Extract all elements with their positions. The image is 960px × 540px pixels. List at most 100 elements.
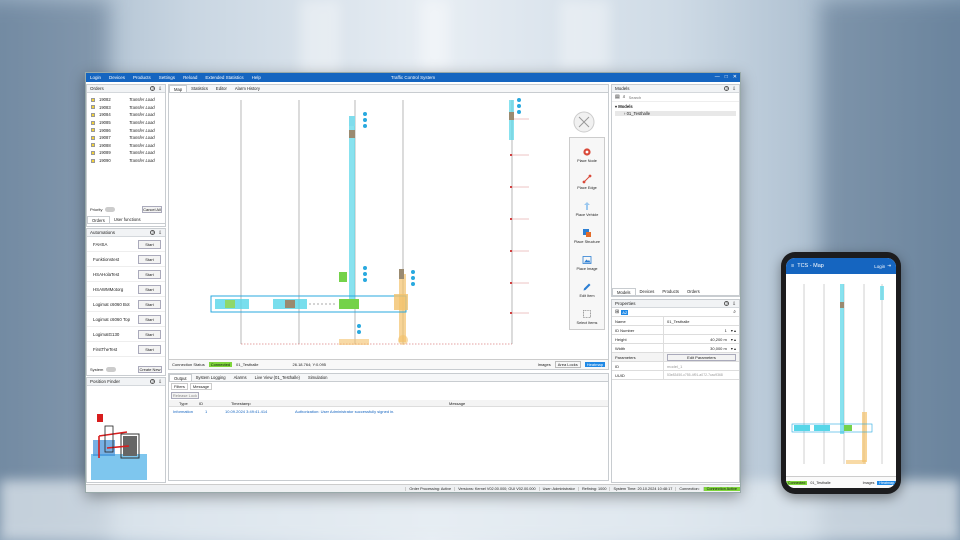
filter-icon[interactable]: ▤ (615, 94, 620, 100)
stepper-icon[interactable]: ▾ ▴ (731, 346, 736, 351)
status-user: User: Administrator (538, 486, 578, 491)
search-icon[interactable]: ⌕ (733, 309, 736, 315)
release-lock-button[interactable]: Release Lock (171, 392, 199, 399)
tab-editor[interactable]: Editor (212, 85, 231, 92)
list-item[interactable]: 19087 Transfer Load (91, 134, 162, 142)
rail-cyan[interactable] (349, 116, 355, 302)
hamburger-menu-icon[interactable]: ≡ (791, 263, 794, 269)
stepper-icon[interactable]: ▾ ▴ (731, 328, 736, 333)
edit-parameters-button[interactable]: Edit Parameters (667, 353, 736, 361)
grid-view-icon[interactable]: ⊞ (615, 309, 619, 315)
help-icon[interactable]: ? (724, 300, 730, 306)
start-button[interactable]: Start (138, 314, 161, 324)
list-item[interactable]: 19088 Transfer Load (91, 142, 162, 150)
cancel-all-button[interactable]: Cancel All (142, 206, 162, 213)
tab-output[interactable]: Output (169, 374, 192, 381)
tab-live-view[interactable]: Live View (01_Testhalle) (251, 374, 304, 381)
place-structure-tool[interactable]: Place Structure (570, 219, 604, 246)
place-edge-tool[interactable]: Place Edge (570, 165, 604, 192)
map-pane: Map Statistics Editor Alarm History Conn… (168, 84, 609, 370)
tab-orders[interactable]: Orders (87, 216, 110, 223)
start-button[interactable]: Start (138, 254, 161, 264)
area-locks-button[interactable]: Area Locks (554, 361, 581, 368)
list-item[interactable]: 19085 Transfer Load (91, 119, 162, 127)
menu-settings[interactable]: Settings (155, 75, 179, 80)
status-order-processing: Order Processing: Active (405, 486, 454, 491)
start-button[interactable]: Start (138, 284, 161, 294)
close-icon[interactable]: ✕ (733, 74, 737, 80)
menu-help[interactable]: Help (248, 75, 265, 80)
list-item[interactable]: 19084 Transfer Load (91, 111, 162, 119)
menu-login[interactable]: Login (86, 75, 105, 80)
prop-parameters: Parameters Edit Parameters (612, 353, 739, 362)
image-icon (582, 256, 592, 264)
phone-login-button[interactable]: Login (874, 264, 885, 269)
start-button[interactable]: Start (138, 344, 161, 354)
start-button[interactable]: Start (138, 329, 161, 339)
prop-width: Width 30,000 m ▾ ▴ (612, 344, 739, 353)
map-canvas[interactable] (169, 94, 609, 356)
minimize-icon[interactable]: — (715, 74, 720, 80)
tab-map[interactable]: Map (169, 85, 188, 92)
list-item[interactable]: 19082 Transfer Load (91, 96, 162, 104)
help-icon[interactable]: ? (724, 85, 730, 91)
login-icon[interactable]: ⇥ (887, 263, 891, 269)
help-icon[interactable]: ? (150, 378, 156, 384)
tree-item-model[interactable]: › 01_Testhalle (615, 111, 736, 116)
tab-model-orders[interactable]: Orders (683, 288, 704, 295)
search-icon[interactable]: ⌕ (623, 94, 626, 100)
prop-id-number: ID Number 1 ▾ ▴ (612, 326, 739, 335)
heatmap-button[interactable]: Heatmap (584, 362, 605, 367)
phone-footer: Connected 01_Testhalle Images Heatmap (786, 476, 896, 488)
list-item[interactable]: 19083 Transfer Load (91, 104, 162, 112)
tab-models[interactable]: Models (612, 288, 636, 295)
phone-images[interactable]: Images (863, 481, 875, 485)
stepper-icon[interactable]: ▾ ▴ (731, 337, 736, 342)
pin-icon[interactable]: ⇩ (732, 86, 736, 92)
help-icon[interactable]: ? (150, 229, 156, 235)
phone-heatmap-button[interactable]: Heatmap (877, 480, 896, 485)
menu-extended-statistics[interactable]: Extended Statistics (201, 75, 247, 80)
models-search-input[interactable] (628, 93, 736, 101)
pin-icon[interactable]: ⇩ (732, 301, 736, 307)
list-item[interactable]: 19086 Transfer Load (91, 126, 162, 134)
start-button[interactable]: Start (138, 299, 161, 309)
phone-map-canvas[interactable] (786, 274, 896, 470)
start-button[interactable]: Start (138, 239, 161, 249)
menu-devices[interactable]: Devices (105, 75, 129, 80)
tab-alarm-history[interactable]: Alarm History (231, 85, 264, 92)
place-node-tool[interactable]: Place Node (570, 138, 604, 165)
sort-az-icon[interactable]: AZ (621, 309, 629, 315)
help-icon[interactable]: ? (150, 85, 156, 91)
system-toggle[interactable] (106, 367, 117, 372)
select-items-tool[interactable]: Select Items (570, 300, 604, 327)
tab-user-functions[interactable]: User functions (110, 216, 145, 223)
menu-reload[interactable]: Reload (179, 75, 201, 80)
message-tab[interactable]: Message (189, 383, 213, 390)
list-item[interactable]: 19090 Transfer Load (91, 157, 162, 165)
map-toolbox: Place Node Place Edge Place Vehicle Plac… (569, 137, 605, 330)
menu-products[interactable]: Products (129, 75, 155, 80)
tab-simulation[interactable]: Simulation (304, 374, 332, 381)
tab-system-logging[interactable]: System Logging (192, 374, 230, 381)
tab-devices[interactable]: Devices (636, 288, 659, 295)
list-item[interactable]: 19089 Transfer Load (91, 149, 162, 157)
place-image-tool[interactable]: Place Image (570, 246, 604, 273)
pin-icon[interactable]: ⇩ (158, 379, 162, 385)
edit-item-tool[interactable]: Edit Item (570, 273, 604, 300)
tab-alarms[interactable]: Alarms (230, 374, 251, 381)
filters-tab[interactable]: Filters (171, 383, 188, 390)
maximize-icon[interactable]: □ (725, 74, 728, 80)
pin-icon[interactable]: ⇩ (158, 230, 162, 236)
tree-root[interactable]: ▾ Models (615, 104, 736, 109)
tab-products[interactable]: Products (658, 288, 683, 295)
table-row[interactable]: Information 1 10.09.2024 3:49:41.414 Aut… (169, 407, 608, 415)
images-label[interactable]: Images (538, 362, 551, 367)
place-vehicle-tool[interactable]: Place Vehicle (570, 192, 604, 219)
priority-toggle[interactable] (105, 207, 116, 212)
create-new-button[interactable]: Create New (138, 366, 162, 373)
tab-statistics[interactable]: Statistics (187, 85, 212, 92)
start-button[interactable]: Start (138, 269, 161, 279)
order-status-icon (91, 97, 95, 102)
pin-icon[interactable]: ⇩ (158, 86, 162, 92)
